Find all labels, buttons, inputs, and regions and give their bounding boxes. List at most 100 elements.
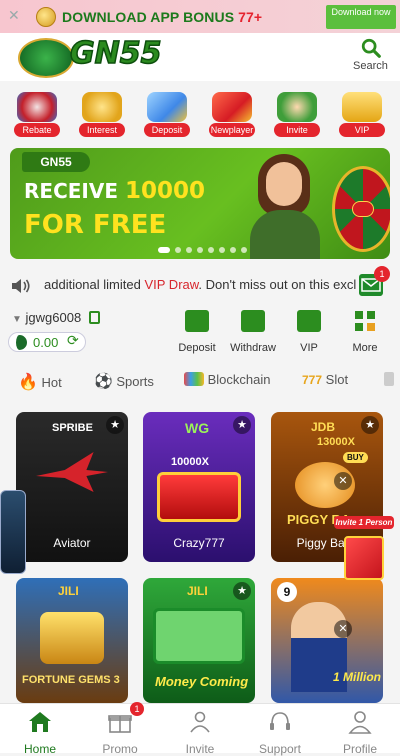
people-icon [277, 92, 317, 122]
vip-crown-icon [342, 92, 382, 122]
treasure-art [40, 612, 104, 664]
username: jgwg6008 [25, 310, 82, 325]
favorite-star-icon[interactable]: ★ [361, 416, 379, 434]
multiplier-text: 10000X [171, 456, 209, 468]
multiplier-text: 13000X [317, 436, 355, 448]
game-provider: JILI [58, 584, 79, 598]
invite-people-icon [190, 711, 210, 733]
logo[interactable]: GN55 [69, 35, 162, 72]
nav-label: Home [23, 742, 56, 756]
nav-label: Profile [342, 742, 377, 756]
hero-subheadline: FOR FREE [24, 210, 167, 240]
tab-more-partial[interactable] [384, 372, 394, 389]
search-label[interactable]: Search [353, 60, 388, 72]
withdraw-cash-icon [241, 310, 265, 332]
invite-float-banner[interactable]: ✕ Invite 1 Person [334, 472, 394, 592]
close-icon[interactable]: ✕ [8, 8, 20, 24]
category-label: Deposit [144, 123, 190, 137]
fire-icon: 🔥 [18, 374, 38, 391]
favorite-star-icon[interactable]: ★ [233, 416, 251, 434]
announcement-marquee[interactable]: additional limited VIP Draw. Don't miss … [0, 268, 400, 302]
category-newplayer[interactable]: Newplayer [207, 92, 257, 138]
close-icon[interactable]: ✕ [334, 472, 352, 490]
rebate-chips-icon [17, 92, 57, 122]
bottom-navigation: Home Promo Invite Support Profile [0, 703, 400, 756]
chips-icon [384, 372, 394, 386]
deposit-action[interactable]: Deposit [171, 310, 223, 354]
favorite-star-icon[interactable]: ★ [233, 582, 251, 600]
close-icon[interactable]: ✕ [334, 620, 352, 638]
piggy-bank-icon [82, 92, 122, 122]
action-label: VIP [300, 342, 318, 354]
action-label: Deposit [178, 342, 216, 354]
refresh-icon[interactable]: ⟳ [67, 333, 79, 349]
gift-icon [108, 715, 132, 733]
nav-support[interactable]: Support [245, 710, 315, 756]
category-interest[interactable]: Interest [77, 92, 127, 138]
search-icon[interactable] [360, 37, 382, 59]
tab-hot[interactable]: 🔥 Hot [18, 372, 62, 392]
game-provider: JILI [187, 584, 208, 598]
game-category-tabs: 🔥 Hot ⚽ Sports Blockchain 777 Slot [0, 366, 400, 396]
money-art [153, 608, 245, 664]
game-provider: JDB [311, 420, 336, 434]
nav-promo[interactable]: Promo [85, 710, 155, 756]
nav-label: Invite [185, 742, 215, 756]
vip-action[interactable]: VIP [283, 310, 335, 354]
profile-icon [348, 711, 372, 734]
category-rebate[interactable]: Rebate [12, 92, 62, 138]
copy-icon[interactable] [88, 311, 100, 324]
promo-carousel[interactable]: GN55 RECEIVE 10000 FOR FREE [10, 148, 390, 259]
tab-blockchain[interactable]: Blockchain [184, 372, 271, 387]
game-card[interactable]: 9 1 Million [271, 578, 383, 703]
game-card[interactable]: JILI Money Coming ★ [143, 578, 255, 703]
slot-777-art [157, 472, 241, 522]
category-invite[interactable]: Invite [272, 92, 322, 138]
action-label: More [352, 342, 378, 354]
fifa-float-badge[interactable] [0, 490, 26, 574]
soccer-ball-icon: ⚽ [94, 372, 113, 390]
hero-tag: GN55 [22, 152, 90, 172]
balance-value: 0.00 [33, 335, 59, 350]
tab-slot[interactable]: 777 Slot [302, 372, 348, 387]
game-art-title: Money Coming [155, 674, 249, 689]
nav-label: Promo [102, 742, 138, 756]
vip-badge-icon [297, 310, 321, 332]
game-provider: 9 [277, 582, 297, 602]
speaker-icon [12, 279, 30, 293]
hero-character-illustration [236, 148, 332, 259]
announcement-text: additional limited VIP Draw. Don't miss … [44, 277, 356, 292]
gift-box-icon [344, 536, 384, 580]
download-bonus-text: DOWNLOAD APP BONUS 77+ [62, 9, 263, 25]
chevron-down-icon: ▼ [12, 314, 22, 325]
withdraw-action[interactable]: Withdraw [227, 310, 279, 354]
game-name: Crazy777 [173, 536, 225, 550]
more-action[interactable]: More [339, 310, 391, 354]
nav-invite[interactable]: Invite [165, 710, 235, 756]
game-card[interactable]: SPRIBE ★ Aviator [16, 412, 128, 562]
category-label: Newplayer [209, 123, 255, 137]
category-deposit[interactable]: Deposit [142, 92, 192, 138]
favorite-star-icon[interactable]: ★ [106, 416, 124, 434]
game-name: Aviator [53, 536, 91, 550]
game-card[interactable]: JILI FORTUNE GEMS 3 [16, 578, 128, 703]
account-name-row[interactable]: ▼ jgwg6008 [12, 310, 100, 325]
nav-home[interactable]: Home [5, 710, 75, 756]
logo-emblem-icon [18, 38, 74, 78]
category-vip[interactable]: VIP [337, 92, 387, 138]
game-provider: SPRIBE [52, 422, 93, 434]
balance-pill: 0.00 ⟳ [8, 332, 86, 352]
category-label: VIP [339, 123, 385, 137]
tab-sports[interactable]: ⚽ Sports [94, 372, 154, 390]
slot-777-icon: 777 [302, 373, 323, 387]
carousel-dots[interactable] [158, 247, 247, 255]
mail-badge: 1 [374, 266, 390, 282]
coin-icon [36, 7, 56, 27]
nav-label: Support [258, 742, 302, 756]
download-now-button[interactable]: Download now [326, 5, 396, 29]
game-card[interactable]: WG 10000X ★ Crazy777 [143, 412, 255, 562]
nav-profile[interactable]: Profile [325, 710, 395, 756]
blockchain-icon [184, 372, 204, 386]
download-app-banner[interactable]: ✕ DOWNLOAD APP BONUS 77+ Download now [0, 0, 400, 33]
buy-badge: BUY [343, 452, 368, 463]
